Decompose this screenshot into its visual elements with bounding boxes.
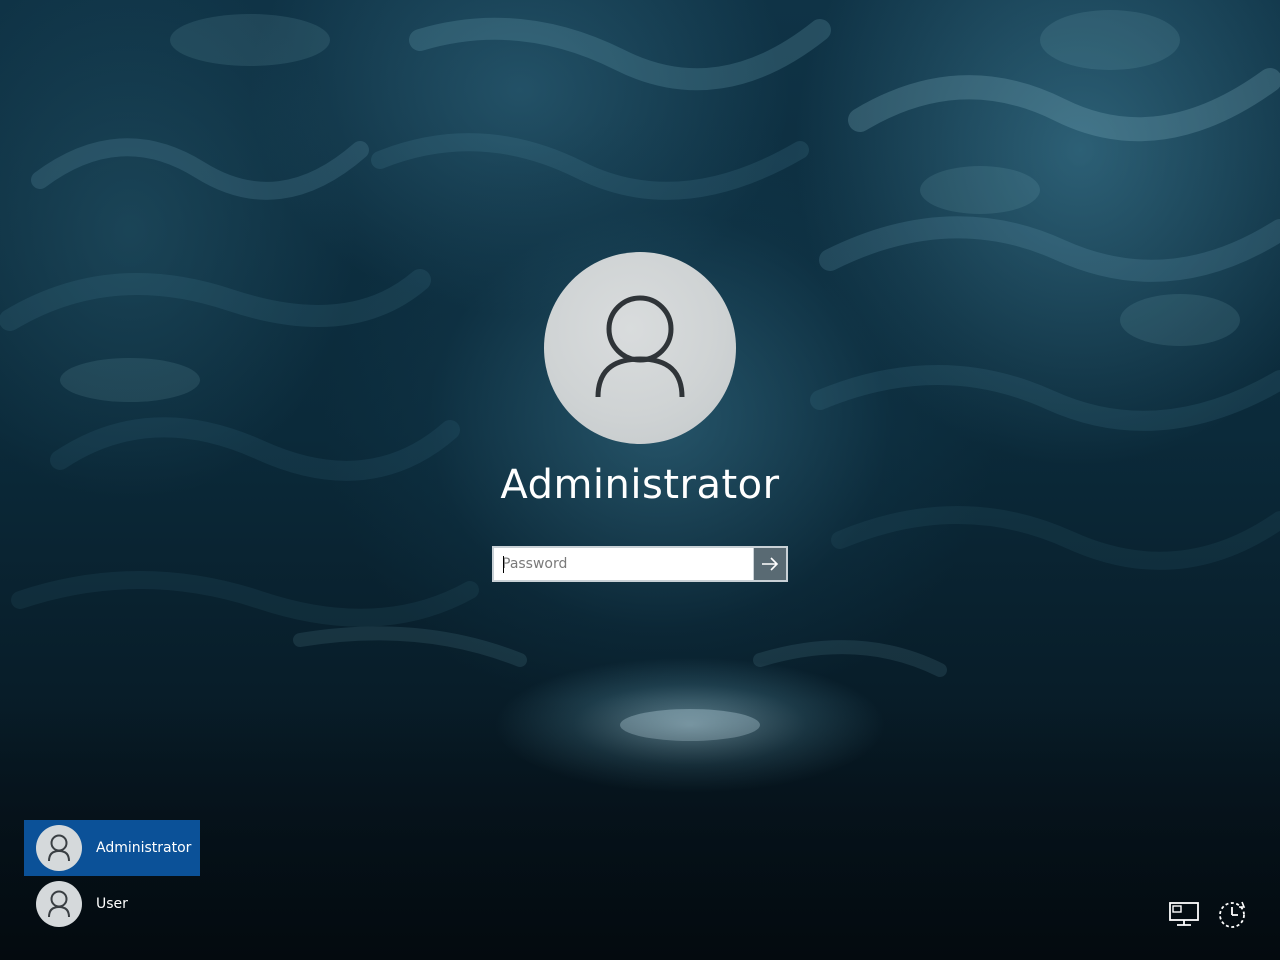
network-button[interactable] bbox=[1166, 896, 1202, 932]
user-tile-user[interactable]: User bbox=[24, 876, 200, 932]
user-silhouette-icon bbox=[48, 890, 70, 918]
lock-screen: Administrator Administrator User bbox=[0, 0, 1280, 960]
password-field-container bbox=[492, 546, 788, 582]
user-tile-administrator[interactable]: Administrator bbox=[24, 820, 200, 876]
selected-username: Administrator bbox=[500, 462, 780, 508]
power-icon bbox=[1219, 901, 1246, 928]
user-switcher-list: Administrator User bbox=[24, 820, 200, 932]
password-input[interactable] bbox=[494, 548, 753, 580]
user-avatar-large bbox=[544, 252, 736, 444]
network-icon bbox=[1169, 902, 1199, 926]
user-tile-label: User bbox=[96, 896, 128, 912]
user-silhouette-icon bbox=[48, 834, 70, 862]
power-button[interactable] bbox=[1214, 896, 1250, 932]
user-silhouette-icon bbox=[595, 295, 685, 398]
text-cursor bbox=[503, 556, 504, 573]
user-tile-label: Administrator bbox=[96, 840, 192, 856]
user-avatar-small bbox=[36, 881, 82, 927]
arrow-right-icon bbox=[762, 557, 779, 571]
user-avatar-small bbox=[36, 825, 82, 871]
submit-button[interactable] bbox=[753, 548, 786, 580]
